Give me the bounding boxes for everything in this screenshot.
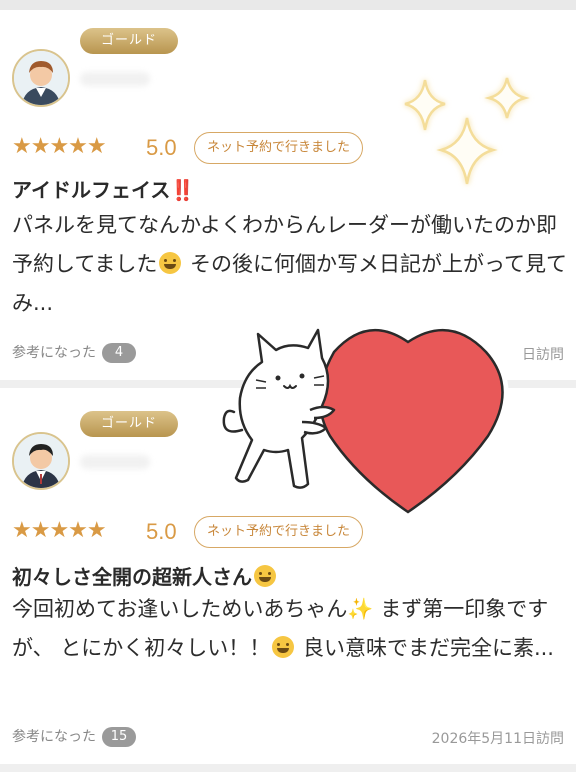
review-body-text: 今回初めてお逢いしためいあちゃん bbox=[12, 597, 348, 621]
review-title[interactable]: 初々しさ全開の超新人さん bbox=[12, 561, 278, 590]
helpful-count: 4 bbox=[102, 343, 136, 363]
grinning-face-icon bbox=[159, 252, 182, 274]
star-rating: ★★★★★ bbox=[12, 134, 107, 159]
review-title-text: 初々しさ全開の超新人さん bbox=[12, 565, 252, 589]
top-divider bbox=[0, 0, 576, 10]
helpful-count: 15 bbox=[102, 727, 136, 747]
reviewer-name-blurred bbox=[80, 72, 150, 86]
sparkle-sticker-icon bbox=[404, 77, 530, 185]
rank-badge: ゴールド bbox=[80, 28, 178, 54]
avatar bbox=[12, 432, 70, 490]
cat-heart-sticker-icon bbox=[222, 324, 509, 514]
section-divider bbox=[0, 380, 576, 388]
avatar bbox=[12, 49, 70, 107]
review-body[interactable]: 今回初めてお逢いしためいあちゃん✨ まず第一印象ですが、 とにかく初々しい！！ … bbox=[12, 590, 567, 668]
visit-date: 2026年5月11日訪問 bbox=[431, 731, 564, 747]
review-title[interactable]: アイドルフェイス‼️ bbox=[12, 174, 195, 203]
reservation-tag: ネット予約で行きました bbox=[194, 516, 364, 548]
rank-badge: ゴールド bbox=[80, 411, 178, 437]
helpful-label: 参考になった bbox=[12, 729, 96, 745]
sparkles-icon: ✨ bbox=[347, 597, 374, 621]
reservation-tag: ネット予約で行きました bbox=[194, 132, 364, 164]
helpful-button[interactable]: 参考になった 15 bbox=[12, 726, 136, 747]
review-body-text-end: 良い意味でまだ完全に素... bbox=[296, 636, 554, 660]
laughing-face-icon bbox=[272, 636, 295, 658]
helpful-label: 参考になった bbox=[12, 345, 96, 361]
double-exclamation-icon: ‼️ bbox=[170, 178, 196, 202]
reviewer-name-blurred bbox=[80, 455, 150, 469]
review-title-text: アイドルフェイス bbox=[12, 178, 171, 202]
section-divider bbox=[0, 764, 576, 772]
rating-score: 5.0 bbox=[146, 135, 177, 160]
review-body[interactable]: パネルを見てなんかよくわからんレーダーが働いたのか即予約してました その後に何個… bbox=[12, 206, 567, 323]
smiling-face-icon bbox=[254, 565, 276, 587]
helpful-button[interactable]: 参考になった 4 bbox=[12, 342, 136, 363]
visit-date: 日訪問 bbox=[522, 347, 564, 363]
rating-score: 5.0 bbox=[146, 519, 177, 544]
star-rating: ★★★★★ bbox=[12, 518, 107, 543]
